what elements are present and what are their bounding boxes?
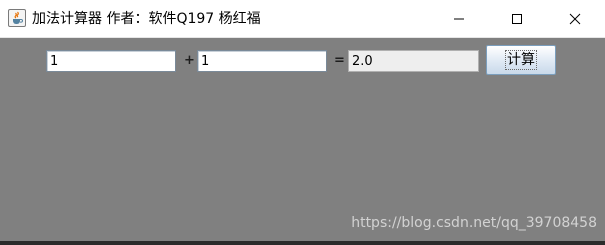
bottom-edge <box>0 241 605 245</box>
java-cup-icon <box>8 9 26 27</box>
maximize-button[interactable] <box>494 0 540 37</box>
plus-sign: + <box>184 53 195 68</box>
minimize-icon <box>454 18 464 19</box>
calculate-button[interactable]: 计算 <box>486 45 556 75</box>
operand2-input[interactable] <box>197 50 327 72</box>
equals-sign: = <box>334 53 345 68</box>
calculator-panel: + = 计算 https://blog.csdn.net/qq_39708458 <box>0 38 605 245</box>
maximize-icon <box>512 13 522 24</box>
operand1-input[interactable] <box>46 50 176 72</box>
calculate-button-label: 计算 <box>505 50 537 70</box>
minimize-button[interactable] <box>436 0 482 37</box>
watermark-text: https://blog.csdn.net/qq_39708458 <box>351 215 597 231</box>
result-field <box>348 50 479 72</box>
close-button[interactable] <box>552 0 598 37</box>
title-bar: 加法计算器 作者：软件Q197 杨红福 <box>0 0 605 38</box>
close-icon <box>569 13 581 24</box>
window-title: 加法计算器 作者：软件Q197 杨红福 <box>32 11 261 27</box>
